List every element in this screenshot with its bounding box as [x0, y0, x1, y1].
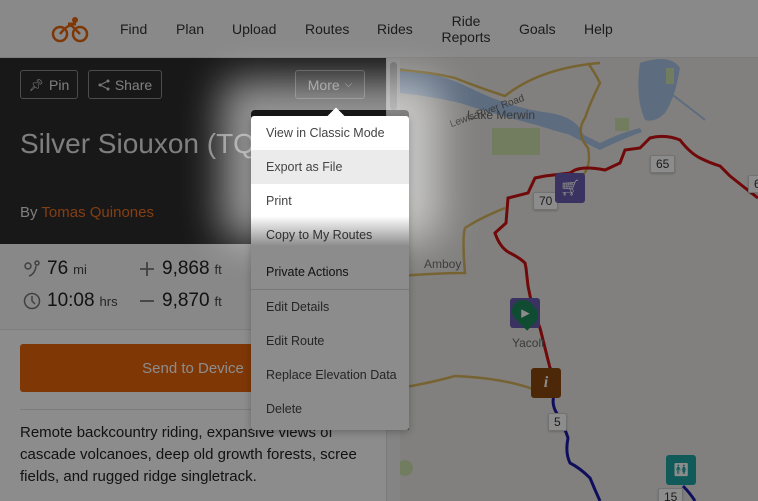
elevation-gain-unit: ft — [214, 262, 222, 277]
grocery-icon[interactable]: 🛒︎ — [555, 173, 585, 203]
nav-goals[interactable]: Goals — [519, 0, 556, 58]
menu-header-private-actions: Private Actions — [266, 265, 349, 279]
author-link[interactable]: Tomas Quinones — [41, 204, 154, 221]
pin-button[interactable]: 📌︎ Pin — [20, 70, 78, 99]
menu-item-export-file[interactable]: Export as File — [251, 150, 409, 184]
menu-item-edit-details[interactable]: Edit Details — [251, 290, 409, 324]
more-label: More — [307, 76, 340, 93]
elevation-loss-value: 9,870 — [162, 290, 210, 311]
nav-plan[interactable]: Plan — [176, 0, 204, 58]
menu-item-delete[interactable]: Delete — [251, 392, 409, 426]
poi-marker[interactable]: ▶ — [507, 295, 543, 331]
distance-value: 76 — [47, 258, 69, 279]
nav-ride-reports[interactable]: Ride Reports — [440, 0, 492, 58]
route-map[interactable]: Lewis River Road Lake Merwin Amboy Yacol… — [400, 58, 758, 501]
by-prefix: By — [20, 204, 38, 221]
stat-elevation-gain: 9,868 ft — [140, 258, 222, 280]
stat-elevation-loss: 9,870 ft — [140, 290, 222, 312]
mile-marker[interactable]: 65 — [650, 155, 676, 173]
nav-help[interactable]: Help — [584, 0, 613, 58]
nav-rides[interactable]: Rides — [377, 0, 413, 58]
park-area — [615, 118, 629, 131]
elevation-gain-value: 9,868 — [162, 258, 210, 279]
menu-item-print[interactable]: Print — [251, 184, 409, 218]
menu-item-edit-route[interactable]: Edit Route — [251, 324, 409, 358]
plus-icon — [140, 262, 154, 276]
time-unit: hrs — [99, 294, 118, 309]
nav-find[interactable]: Find — [120, 0, 147, 58]
distance-icon — [24, 260, 40, 277]
town-label-amboy: Amboy — [424, 257, 462, 271]
share-button[interactable]: Share — [88, 70, 162, 99]
start-icon: ▶ — [507, 295, 543, 331]
stat-time: 10:08 hrs — [23, 290, 118, 312]
time-value: 10:08 — [47, 290, 95, 311]
park-area — [492, 128, 540, 155]
route-line-red — [493, 134, 758, 369]
menu-item-view-classic[interactable]: View in Classic Mode — [251, 116, 409, 150]
info-icon[interactable]: i — [531, 368, 561, 398]
more-button[interactable]: More ⌵ — [295, 70, 365, 99]
clock-icon — [23, 292, 41, 310]
elevation-loss-unit: ft — [214, 294, 222, 309]
restroom-icon[interactable]: 🚻︎ — [666, 455, 696, 485]
nav-upload[interactable]: Upload — [232, 0, 276, 58]
distance-unit: mi — [73, 262, 87, 277]
pin-icon: 📌︎ — [28, 77, 44, 92]
route-description: Remote backcountry riding, expansive vie… — [20, 424, 357, 485]
mile-marker[interactable]: 5 — [548, 413, 567, 431]
route-title: Silver Siouxon (TQ — [20, 128, 255, 159]
more-dropdown-menu: View in Classic Mode Export as File Prin… — [251, 116, 409, 430]
menu-item-replace-elevation[interactable]: Replace Elevation Data — [251, 358, 409, 392]
park-area — [666, 68, 674, 84]
road — [400, 374, 551, 398]
scrollbar-thumb[interactable] — [390, 62, 397, 110]
chevron-down-icon: ⌵ — [344, 79, 353, 90]
lake-label: Lake Merwin — [467, 108, 536, 122]
top-nav-bar: Find Plan Upload Routes Rides Ride Repor… — [0, 0, 758, 58]
route-line-blue — [681, 484, 697, 501]
town-label-yacolt: Yacolt — [512, 336, 545, 350]
share-label: Share — [114, 76, 153, 93]
mile-marker[interactable]: 15 — [658, 488, 684, 501]
minus-icon — [140, 300, 154, 302]
mile-marker[interactable]: 6 — [748, 175, 758, 193]
menu-item-copy-routes[interactable]: Copy to My Routes — [251, 218, 409, 252]
share-icon — [98, 79, 110, 90]
stream-water — [669, 92, 706, 121]
route-byline: By Tomas Quinones — [20, 204, 154, 221]
park-area — [400, 460, 413, 476]
stat-distance: 76 mi — [24, 258, 87, 280]
nav-routes[interactable]: Routes — [305, 0, 349, 58]
pin-label: Pin — [49, 76, 70, 93]
